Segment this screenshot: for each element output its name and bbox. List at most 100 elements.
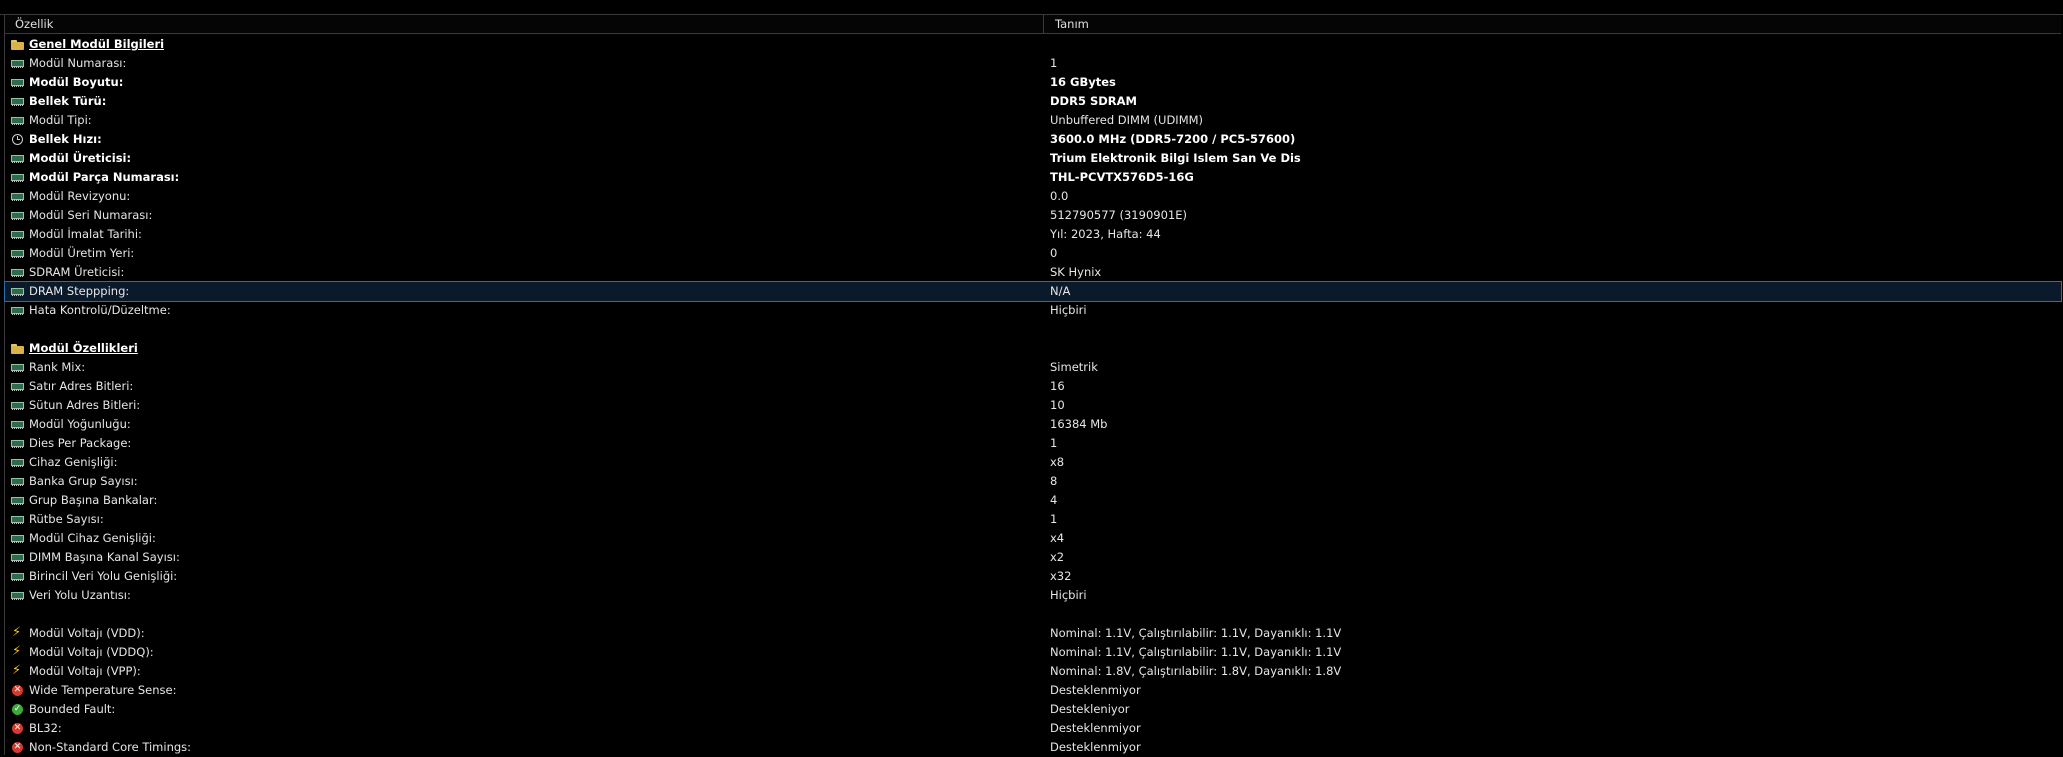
property-row[interactable]: Modül Parça Numarası: THL-PCVTX576D5-16G: [5, 168, 2061, 187]
property-row[interactable]: Veri Yolu Uzantısı: Hiçbiri: [5, 586, 2061, 605]
section-header[interactable]: Genel Modül Bilgileri: [5, 35, 2061, 54]
property-row[interactable]: ⚡ Modül Voltajı (VDD): Nominal: 1.1V, Çalı…: [5, 624, 2061, 643]
property-name: Modül Parça Numarası:: [29, 170, 180, 184]
property-row[interactable]: Satır Adres Bitleri: 16: [5, 377, 2061, 396]
property-row[interactable]: Sütun Adres Bitleri: 10: [5, 396, 2061, 415]
supported-check-icon: ✓: [12, 704, 23, 715]
property-name: Non-Standard Core Timings:: [29, 740, 192, 754]
lightning-bolt-icon: ⚡: [12, 663, 22, 678]
property-row[interactable]: ⚡ Modül Voltajı (VDDQ): Nominal: 1.1V, Çal…: [5, 643, 2061, 662]
property-name: Birincil Veri Yolu Genişliği:: [29, 569, 178, 583]
column-header-property[interactable]: Özellik: [5, 15, 1044, 33]
property-value: 4: [1050, 493, 1058, 507]
memory-module-icon: [11, 58, 24, 69]
memory-module-icon: [11, 552, 24, 563]
property-row[interactable]: Modül Revizyonu: 0.0: [5, 187, 2061, 206]
section-header[interactable]: Modül Özellikleri: [5, 339, 2061, 358]
property-name: Bounded Fault:: [29, 702, 116, 716]
property-row[interactable]: DIMM Başına Kanal Sayısı: x2: [5, 548, 2061, 567]
property-row[interactable]: Modül Üretim Yeri: 0: [5, 244, 2061, 263]
folder-icon: [11, 39, 24, 50]
property-value: Nominal: 1.1V, Çalıştırılabilir: 1.1V, D…: [1050, 645, 1342, 659]
property-value: 1: [1050, 512, 1058, 526]
property-value: Hiçbiri: [1050, 303, 1087, 317]
property-row[interactable]: Modül Boyutu: 16 GBytes: [5, 73, 2061, 92]
property-row[interactable]: ✕ BL32: Desteklenmiyor: [5, 719, 2061, 738]
property-name: Modül Cihaz Genişliği:: [29, 531, 156, 545]
property-value: Nominal: 1.1V, Çalıştırılabilir: 1.1V, D…: [1050, 626, 1342, 640]
property-row[interactable]: Rank Mix: Simetrik: [5, 358, 2061, 377]
section-title: Genel Modül Bilgileri: [29, 37, 165, 51]
unsupported-x-icon: ✕: [12, 685, 23, 696]
property-name: Bellek Hızı:: [29, 132, 102, 146]
property-row[interactable]: Bellek Türü: DDR5 SDRAM: [5, 92, 2061, 111]
memory-module-icon: [11, 419, 24, 430]
property-name: Modül Tipi:: [29, 113, 92, 127]
property-row[interactable]: Modül Seri Numarası: 512790577 (3190901E): [5, 206, 2061, 225]
lightning-bolt-icon: ⚡: [12, 625, 22, 640]
property-name: Modül Seri Numarası:: [29, 208, 153, 222]
memory-module-icon: [11, 514, 24, 525]
properties-list: Genel Modül Bilgileri Modül Numarası: 1 Mod…: [4, 35, 2062, 757]
property-value: x4: [1050, 531, 1065, 545]
property-row[interactable]: Modül Yoğunluğu: 16384 Mb: [5, 415, 2061, 434]
property-row[interactable]: Rütbe Sayısı: 1: [5, 510, 2061, 529]
property-value: x8: [1050, 455, 1065, 469]
property-name: Dies Per Package:: [29, 436, 132, 450]
clock-icon: [12, 134, 23, 145]
property-row[interactable]: Modül Tipi: Unbuffered DIMM (UDIMM): [5, 111, 2061, 130]
property-name: Modül Boyutu:: [29, 75, 124, 89]
property-row[interactable]: Modül İmalat Tarihi: Yıl: 2023, Hafta: 44: [5, 225, 2061, 244]
property-value: Desteklenmiyor: [1050, 740, 1141, 754]
property-value: 16384 Mb: [1050, 417, 1108, 431]
property-row[interactable]: Bellek Hızı: 3600.0 MHz (DDR5-7200 / PC5-…: [5, 130, 2061, 149]
property-row[interactable]: Cihaz Genişliği: x8: [5, 453, 2061, 472]
property-value: Unbuffered DIMM (UDIMM): [1050, 113, 1204, 127]
property-name: Cihaz Genişliği:: [29, 455, 118, 469]
property-value: 10: [1050, 398, 1065, 412]
memory-module-icon: [11, 438, 24, 449]
memory-module-icon: [11, 400, 24, 411]
property-row[interactable]: ✓ Bounded Fault: Destekleniyor: [5, 700, 2061, 719]
property-value: SK Hynix: [1050, 265, 1102, 279]
property-row[interactable]: Dies Per Package: 1: [5, 434, 2061, 453]
memory-module-icon: [11, 77, 24, 88]
property-value: 0: [1050, 246, 1058, 260]
property-row[interactable]: Modül Üreticisi: Trium Elektronik Bilgi I…: [5, 149, 2061, 168]
property-value: 3600.0 MHz (DDR5-7200 / PC5-57600): [1050, 132, 1296, 146]
property-name: Modül İmalat Tarihi:: [29, 227, 142, 241]
property-name: Modül Revizyonu:: [29, 189, 131, 203]
property-value: 16: [1050, 379, 1065, 393]
property-row[interactable]: Modül Cihaz Genişliği: x4: [5, 529, 2061, 548]
property-name: Rank Mix:: [29, 360, 86, 374]
property-row[interactable]: ⚡ Modül Voltajı (VPP): Nominal: 1.8V, Çalı…: [5, 662, 2061, 681]
property-row[interactable]: SDRAM Üreticisi: SK Hynix: [5, 263, 2061, 282]
property-name: Modül Voltajı (VPP):: [29, 664, 141, 678]
property-value: Desteklenmiyor: [1050, 721, 1141, 735]
property-row[interactable]: Birincil Veri Yolu Genişliği: x32: [5, 567, 2061, 586]
memory-module-icon: [11, 115, 24, 126]
property-row[interactable]: ✕ Non-Standard Core Timings: Desteklenmiyo…: [5, 738, 2061, 757]
memory-module-icon: [11, 153, 24, 164]
property-name: Modül Voltajı (VDD):: [29, 626, 145, 640]
memory-module-icon: [11, 96, 24, 107]
property-row[interactable]: ✕ Wide Temperature Sense: Desteklenmiyor: [5, 681, 2061, 700]
property-name: Grup Başına Bankalar:: [29, 493, 158, 507]
property-row[interactable]: DRAM Steppping: N/A: [4, 281, 2062, 302]
property-row[interactable]: Banka Grup Sayısı: 8: [5, 472, 2061, 491]
property-name: Wide Temperature Sense:: [29, 683, 177, 697]
memory-module-icon: [11, 590, 24, 601]
property-value: 8: [1050, 474, 1058, 488]
property-row[interactable]: Hata Kontrolü/Düzeltme: Hiçbiri: [5, 301, 2061, 320]
column-header-value[interactable]: Tanım: [1045, 15, 2061, 33]
property-row[interactable]: Modül Numarası: 1: [5, 54, 2061, 73]
property-row[interactable]: Grup Başına Bankalar: 4: [5, 491, 2061, 510]
property-value: DDR5 SDRAM: [1050, 94, 1137, 108]
memory-module-icon: [11, 210, 24, 221]
property-name: Modül Yoğunluğu:: [29, 417, 131, 431]
memory-module-icon: [11, 172, 24, 183]
property-value: Hiçbiri: [1050, 588, 1087, 602]
property-name: Modül Voltajı (VDDQ):: [29, 645, 154, 659]
property-name: Modül Üretim Yeri:: [29, 246, 135, 260]
unsupported-x-icon: ✕: [12, 742, 23, 753]
